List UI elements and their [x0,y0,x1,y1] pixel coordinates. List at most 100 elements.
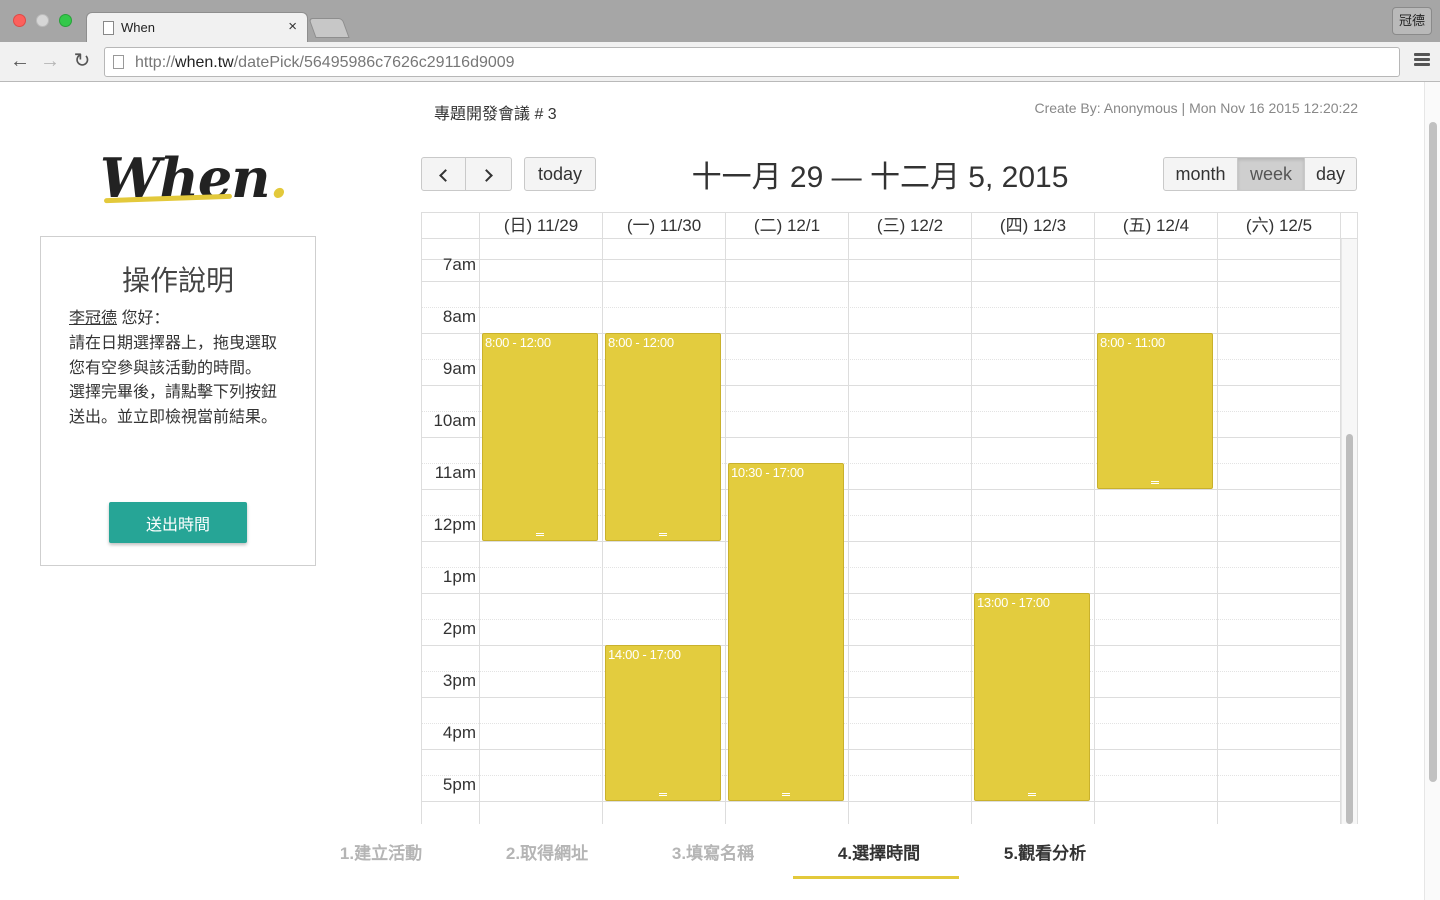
time-label: 12pm [433,514,476,534]
resize-handle-icon[interactable] [782,792,790,796]
resize-handle-icon[interactable] [1151,480,1159,484]
event-meta: Create By: Anonymous | Mon Nov 16 2015 1… [1034,100,1358,116]
time-slot-line [422,280,1341,282]
time-slot-line [422,722,1341,724]
day-column[interactable] [1340,213,1341,824]
event-time-label: 8:00 - 11:00 [1100,334,1165,350]
time-label: 11am [434,462,476,482]
availability-event[interactable]: 10:30 - 17:00 [728,462,844,801]
view-week-button[interactable]: week [1238,157,1305,191]
availability-event[interactable]: 14:00 - 17:00 [605,644,721,801]
minimize-window-icon[interactable] [36,14,49,27]
submit-time-button[interactable]: 送出時間 [109,502,247,543]
time-label: 10am [433,410,476,430]
page: When. 操作說明 李冠德 您好： 請在日期選擇器上，拖曳選取您有空參與該活動… [0,82,1424,900]
step-item[interactable]: 3.填寫名稱 [630,839,796,864]
resize-handle-icon[interactable] [536,532,544,536]
time-slot-line [422,670,1341,672]
calendar-scroll-thumb[interactable] [1346,434,1353,824]
time-slot-line [422,748,1341,750]
view-month-button[interactable]: month [1163,157,1238,191]
day-header: (日) 11/29 [479,213,602,239]
step-item[interactable]: 2.取得網址 [464,839,630,864]
event-time-label: 13:00 - 17:00 [977,594,1050,610]
event-time-label: 10:30 - 17:00 [731,464,804,480]
day-column[interactable] [602,213,603,824]
time-label: 2pm [442,618,476,638]
tab-close-icon[interactable]: × [288,18,297,35]
step-item[interactable]: 1.建立活動 [298,839,464,864]
time-slot-line [422,592,1341,594]
availability-event[interactable]: 8:00 - 12:00 [605,332,721,541]
time-label: 1pm [442,566,476,586]
chevron-right-icon [480,169,493,182]
instructions-2: 選擇完畢後，請點擊下列按鈕送出。並立即檢視當前結果。 [69,384,278,427]
help-text: 李冠德 您好： 請在日期選擇器上，拖曳選取您有空參與該活動的時間。 選擇完畢後，… [69,307,283,431]
day-column[interactable] [1217,213,1218,824]
day-header: (三) 12/2 [848,213,971,239]
today-button[interactable]: today [524,157,596,191]
availability-event[interactable]: 8:00 - 12:00 [482,332,598,541]
time-label: 7am [442,254,476,274]
chevron-left-icon [439,169,452,182]
active-step-underline [793,876,959,879]
resize-handle-icon[interactable] [1028,792,1036,796]
instructions-1: 請在日期選擇器上，拖曳選取您有空參與該活動的時間。 [69,334,278,377]
view-day-button[interactable]: day [1305,157,1357,191]
time-label: 3pm [442,670,476,690]
address-bar[interactable]: http://when.tw/datePick/56495986c7626c29… [104,47,1400,77]
day-column[interactable] [1094,213,1095,824]
availability-event[interactable]: 8:00 - 11:00 [1097,332,1213,489]
maximize-window-icon[interactable] [59,14,72,27]
prev-week-button[interactable] [421,157,466,191]
day-column[interactable] [848,213,849,824]
url-text[interactable]: http://when.tw/datePick/56495986c7626c29… [135,54,515,72]
next-week-button[interactable] [466,157,512,191]
time-label: 9am [442,358,476,378]
arrow-left-icon[interactable]: ← [8,50,32,72]
page-icon [103,21,114,35]
page-icon [113,55,124,69]
time-slot-line [422,566,1341,568]
availability-event[interactable]: 13:00 - 17:00 [974,592,1090,801]
day-header: (四) 12/3 [971,213,1094,239]
browser-tab[interactable]: When × [86,12,308,42]
step-item[interactable]: 5.觀看分析 [962,839,1128,864]
date-range-title: 十一月 29 — 十二月 5, 2015 [691,161,1069,194]
day-header: (六) 12/5 [1217,213,1340,239]
resize-handle-icon[interactable] [659,532,667,536]
tab-title: When [121,20,155,35]
page-scroll-thumb[interactable] [1429,122,1437,782]
day-header: (二) 12/1 [725,213,848,239]
reload-icon[interactable]: ↻ [70,50,94,72]
profile-button[interactable]: 冠德 [1392,7,1432,35]
calendar-scrollbar[interactable] [1341,239,1357,824]
event-time-label: 8:00 - 12:00 [485,334,551,350]
event-time-label: 14:00 - 17:00 [608,646,681,662]
time-slot-line [422,618,1341,620]
time-slot-line [422,800,1341,802]
time-slot-line [422,306,1341,308]
event-title: 專題開發會議 # 3 [434,106,557,123]
week-calendar[interactable]: (日) 11/29 (一) 11/30 (二) 12/1 (三) 12/2 (四) 12… [421,212,1358,824]
hamburger-menu-icon[interactable] [1414,53,1430,67]
close-window-icon[interactable] [13,14,26,27]
arrow-right-icon[interactable]: → [38,50,62,72]
day-column[interactable] [971,213,972,824]
new-tab-button[interactable] [308,18,350,38]
step-navigation: 1.建立活動 2.取得網址 3.填寫名稱 4.選擇時間 5.觀看分析 [298,827,1128,879]
browser-titlebar: When × 冠德 [0,0,1440,42]
time-slot-line [422,774,1341,776]
time-slot-line [422,696,1341,698]
page-scrollbar[interactable] [1424,82,1440,900]
resize-handle-icon[interactable] [659,792,667,796]
browser-toolbar: ← → ↻ http://when.tw/datePick/56495986c7… [0,42,1440,82]
step-item[interactable]: 4.選擇時間 [796,839,962,864]
day-header: (一) 11/30 [602,213,725,239]
greeting: 您好： [117,310,170,327]
day-column[interactable] [725,213,726,824]
day-column[interactable] [479,213,480,824]
time-label: 5pm [442,774,476,794]
day-header: (五) 12/4 [1094,213,1217,239]
time-label: 8am [442,306,476,326]
